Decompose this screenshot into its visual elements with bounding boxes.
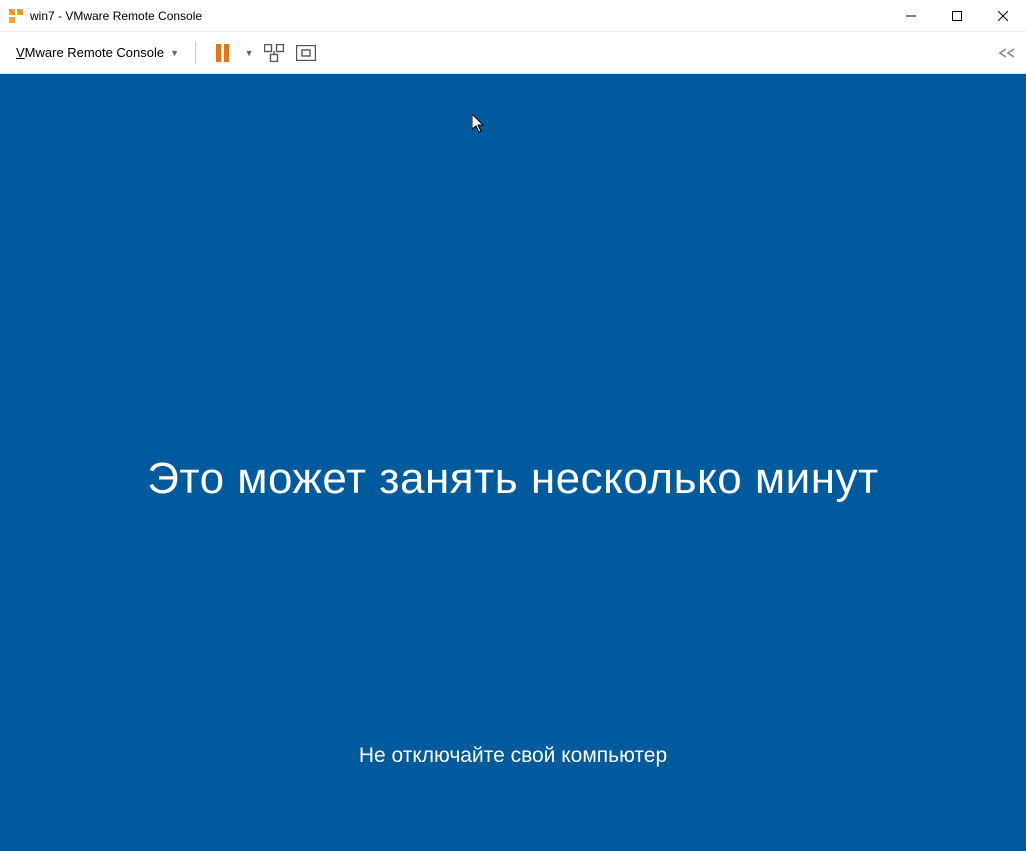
guest-display[interactable]: Это может занять несколько минут Не откл… bbox=[0, 74, 1026, 851]
toolbar-separator bbox=[195, 42, 196, 64]
power-menu-button[interactable]: ▼ bbox=[240, 39, 256, 67]
fullscreen-button[interactable] bbox=[292, 39, 320, 67]
fullscreen-icon bbox=[296, 45, 316, 61]
update-main-message: Это может занять несколько минут bbox=[0, 454, 1026, 504]
double-chevron-left-icon bbox=[998, 48, 1016, 58]
send-ctrl-alt-del-button[interactable] bbox=[260, 39, 288, 67]
pause-button[interactable] bbox=[208, 39, 236, 67]
titlebar: win7 - VMware Remote Console bbox=[0, 0, 1026, 32]
close-button[interactable] bbox=[980, 0, 1026, 31]
window-title: win7 - VMware Remote Console bbox=[30, 9, 888, 23]
mouse-cursor-icon bbox=[472, 114, 486, 134]
menu-label-rest: Mware Remote Console bbox=[25, 45, 164, 60]
chevron-down-icon: ▼ bbox=[245, 48, 254, 58]
pause-icon bbox=[216, 44, 229, 62]
menu-accelerator: V bbox=[16, 45, 25, 60]
toolbar: VMware Remote Console ▼ ▼ bbox=[0, 32, 1026, 74]
vmware-menu-button[interactable]: VMware Remote Console ▼ bbox=[10, 41, 185, 64]
send-keys-icon bbox=[264, 44, 284, 62]
collapse-toolbar-button[interactable] bbox=[998, 48, 1016, 58]
minimize-button[interactable] bbox=[888, 0, 934, 31]
update-sub-message: Не отключайте свой компьютер bbox=[0, 744, 1026, 768]
window-controls bbox=[888, 0, 1026, 31]
chevron-down-icon: ▼ bbox=[170, 48, 179, 58]
app-icon bbox=[8, 8, 24, 24]
maximize-button[interactable] bbox=[934, 0, 980, 31]
